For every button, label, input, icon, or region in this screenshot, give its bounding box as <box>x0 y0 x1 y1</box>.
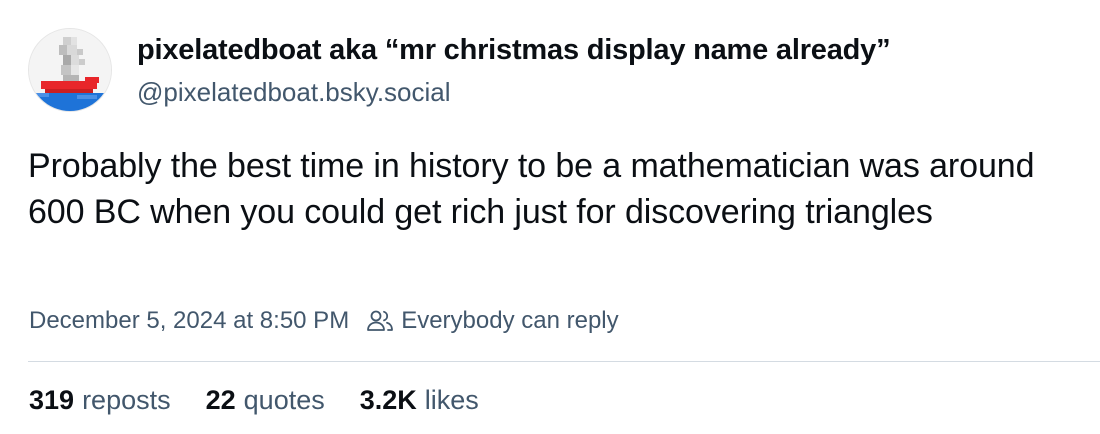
quotes-stat[interactable]: 22 quotes <box>206 385 325 416</box>
reposts-count: 319 <box>29 385 75 415</box>
pixel-boat-avatar-icon <box>29 29 111 111</box>
author-handle[interactable]: @pixelatedboat.bsky.social <box>137 77 451 108</box>
post-card: pixelatedboat aka “mr christmas display … <box>0 0 1100 434</box>
reposts-stat[interactable]: 319 reposts <box>29 385 171 416</box>
reply-setting[interactable]: Everybody can reply <box>401 307 618 335</box>
people-icon <box>365 308 395 334</box>
avatar[interactable] <box>28 28 112 112</box>
likes-count: 3.2K <box>359 385 417 415</box>
likes-label: likes <box>424 385 479 415</box>
post-meta: December 5, 2024 at 8:50 PM Everybody ca… <box>29 307 619 335</box>
reposts-label: reposts <box>82 385 171 415</box>
divider <box>28 361 1100 362</box>
post-timestamp[interactable]: December 5, 2024 at 8:50 PM <box>29 307 349 335</box>
quotes-label: quotes <box>243 385 325 415</box>
post-stats: 319 reposts 22 quotes 3.2K likes <box>29 385 514 416</box>
author-display-name[interactable]: pixelatedboat aka “mr christmas display … <box>137 34 891 67</box>
likes-stat[interactable]: 3.2K likes <box>360 385 479 416</box>
post-text: Probably the best time in history to be … <box>28 147 1035 231</box>
quotes-count: 22 <box>205 385 236 415</box>
